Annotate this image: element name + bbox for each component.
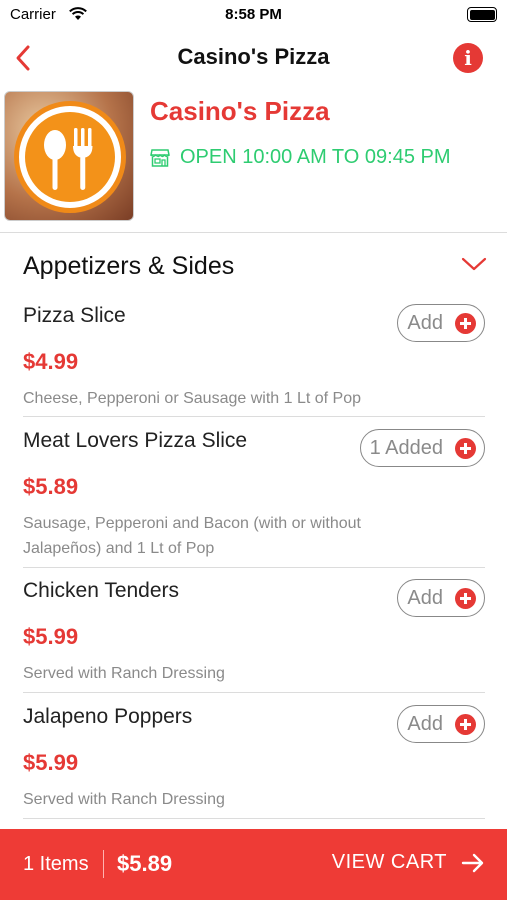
info-icon: i xyxy=(464,46,472,70)
item-name: Pizza Slice xyxy=(23,304,126,327)
hours-label: OPEN 10:00 AM TO 09:45 PM xyxy=(180,146,451,168)
arrow-right-icon xyxy=(461,853,484,872)
restaurant-name: Casino's Pizza xyxy=(150,96,330,126)
item-description: Sausage, Pepperoni and Bacon (with or wi… xyxy=(23,515,361,557)
page-title: Casino's Pizza xyxy=(177,44,330,69)
add-button[interactable]: 1 Added xyxy=(359,429,485,467)
item-name: Chicken Tenders xyxy=(23,579,180,602)
cart-total: $5.89 xyxy=(117,851,173,876)
item-price: $4.99 xyxy=(23,349,79,374)
opening-hours: OPEN 10:00 AM TO 09:45 PM xyxy=(150,146,451,169)
item-price: $5.99 xyxy=(23,750,79,775)
plus-icon xyxy=(455,587,476,609)
category-header[interactable]: Appetizers & Sides xyxy=(0,234,507,294)
clock: 8:58 PM xyxy=(225,6,282,23)
add-button[interactable]: Add xyxy=(397,705,485,743)
item-name: Meat Lovers Pizza Slice xyxy=(23,429,248,452)
item-description: Served with Ranch Dressing xyxy=(23,791,225,808)
status-bar: Carrier 8:58 PM xyxy=(0,0,507,30)
view-cart-label: VIEW CART xyxy=(331,851,447,873)
add-button[interactable]: Add xyxy=(397,579,485,617)
cart-item-count: 1 Items xyxy=(23,853,89,875)
item-description: Cheese, Pepperoni or Sausage with 1 Lt o… xyxy=(23,390,361,407)
add-button-label: Add xyxy=(407,586,443,609)
add-button-label: Add xyxy=(407,311,443,334)
plus-icon xyxy=(455,437,476,459)
info-button[interactable]: i xyxy=(453,43,483,73)
battery-icon xyxy=(467,7,497,22)
item-price: $5.99 xyxy=(23,624,79,649)
nav-bar: Casino's Pizza i xyxy=(0,30,507,86)
spoon-fork-icon xyxy=(44,128,93,190)
restaurant-logo xyxy=(4,91,134,221)
cart-bar[interactable]: 1 Items $5.89 VIEW CART xyxy=(0,829,507,900)
cart-divider xyxy=(103,850,104,878)
restaurant-header: Casino's Pizza OPEN 10:00 AM TO 09:45 PM xyxy=(0,88,507,233)
menu-item: Chicken Tenders Add $5.99 Served with Ra… xyxy=(23,568,485,693)
view-cart-button[interactable]: VIEW CART xyxy=(332,851,485,874)
plus-icon xyxy=(455,312,476,334)
item-price: $5.89 xyxy=(23,474,79,499)
add-button[interactable]: Add xyxy=(397,304,485,342)
menu-item: Jalapeno Poppers Add $5.99 Served with R… xyxy=(23,694,485,819)
item-description: Served with Ranch Dressing xyxy=(23,665,225,682)
plus-icon xyxy=(455,713,476,735)
menu-item: Pizza Slice Add $4.99 Cheese, Pepperoni … xyxy=(23,293,485,417)
add-button-label: 1 Added xyxy=(369,436,443,459)
store-icon xyxy=(150,148,170,167)
category-title: Appetizers & Sides xyxy=(23,252,235,280)
item-name: Jalapeno Poppers xyxy=(23,705,193,728)
add-button-label: Add xyxy=(407,712,443,735)
chevron-down-icon[interactable] xyxy=(461,256,487,272)
menu-item: Meat Lovers Pizza Slice 1 Added $5.89 Sa… xyxy=(23,418,485,568)
